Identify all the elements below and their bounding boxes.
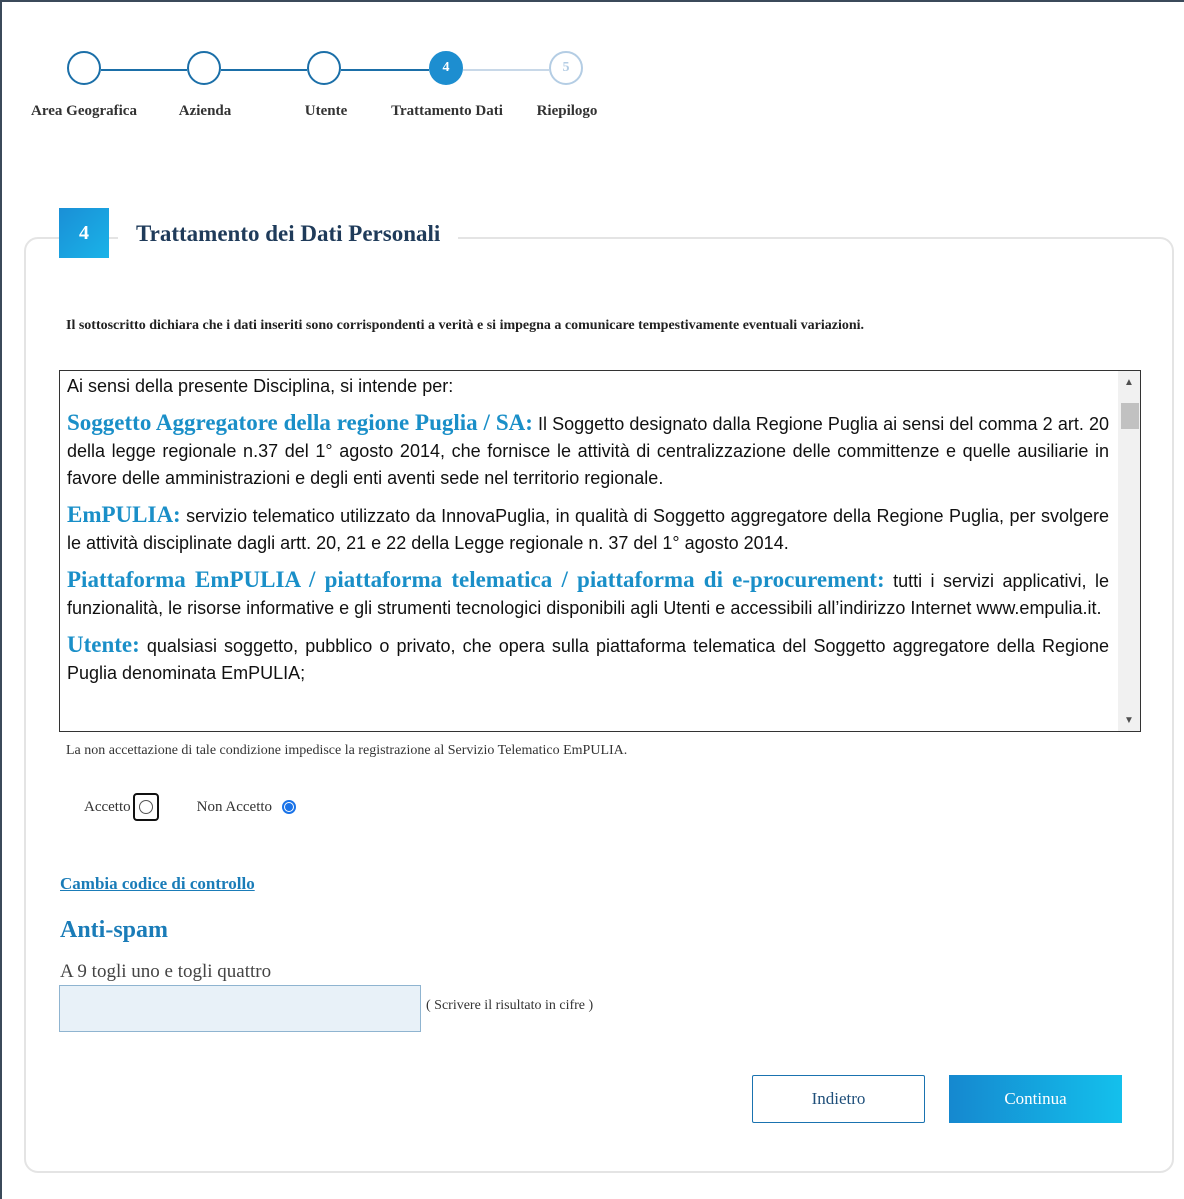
step-2-label: Azienda xyxy=(178,103,232,119)
term-key: Piattaforma EmPULIA / piattaforma telema… xyxy=(67,567,885,592)
terms-item: Utente: qualsiasi soggetto, pubblico o p… xyxy=(67,631,1109,687)
change-code-link[interactable]: Cambia codice di controllo xyxy=(60,874,255,894)
continue-button[interactable]: Continua xyxy=(949,1075,1122,1123)
terms-item: Piattaforma EmPULIA / piattaforma telema… xyxy=(67,566,1109,622)
terms-content: Ai sensi della presente Disciplina, si i… xyxy=(67,373,1109,696)
term-key: Soggetto Aggregatore della regione Pugli… xyxy=(67,410,533,435)
step-5-label: Riepilogo xyxy=(536,103,598,119)
section-number-badge: 4 xyxy=(59,208,109,258)
scroll-up-arrow-icon[interactable]: ▲ xyxy=(1118,371,1140,393)
step-1-circle[interactable] xyxy=(67,51,101,85)
term-text: qualsiasi soggetto, pubblico o privato, … xyxy=(67,636,1109,683)
step-2-circle[interactable] xyxy=(187,51,221,85)
antispam-question: A 9 togli uno e togli quattro xyxy=(60,961,272,982)
step-connector xyxy=(221,69,307,71)
term-key: EmPULIA: xyxy=(67,502,181,527)
reject-radio[interactable] xyxy=(282,800,297,814)
section-title: Trattamento dei Dati Personali xyxy=(136,221,441,246)
step-3-circle[interactable] xyxy=(307,51,341,85)
back-button[interactable]: Indietro xyxy=(752,1075,925,1123)
step-5-circle: 5 xyxy=(549,51,583,85)
step-3-label: Utente xyxy=(304,103,348,119)
scroll-thumb[interactable] xyxy=(1121,403,1139,429)
terms-item: Soggetto Aggregatore della regione Pugli… xyxy=(67,409,1109,492)
antispam-answer-input[interactable] xyxy=(59,985,421,1032)
step-1-label: Area Geografica xyxy=(31,103,137,119)
non-accept-note: La non accettazione di tale condizione i… xyxy=(66,743,628,758)
progress-stepper: 4 5 Area Geografica Azienda Utente Tratt… xyxy=(0,0,700,160)
declaration-text: Il sottoscritto dichiara che i dati inse… xyxy=(66,318,865,333)
antispam-hint: ( Scrivere il risultato in cifre ) xyxy=(426,998,594,1013)
step-4-label: Trattamento Dati xyxy=(391,103,503,119)
term-text: servizio telematico utilizzato da Innova… xyxy=(67,506,1109,553)
step-connector xyxy=(463,69,549,71)
step-connector xyxy=(341,69,429,71)
accept-radio-focus[interactable] xyxy=(132,793,159,821)
consent-radio-group: Accetto Non Accetto xyxy=(84,793,297,821)
accept-radio[interactable] xyxy=(138,800,153,814)
step-4-circle: 4 xyxy=(429,51,463,85)
terms-scroll-box[interactable]: Ai sensi della presente Disciplina, si i… xyxy=(59,370,1141,732)
terms-item: EmPULIA: servizio telematico utilizzato … xyxy=(67,501,1109,557)
term-key: Utente: xyxy=(67,632,140,657)
scroll-down-arrow-icon[interactable]: ▼ xyxy=(1118,709,1140,731)
antispam-title: Anti-spam xyxy=(60,917,169,943)
accept-label: Accetto xyxy=(84,798,131,815)
reject-label: Non Accetto xyxy=(196,798,273,815)
section-header: Trattamento dei Dati Personali xyxy=(118,214,459,254)
reject-radio-wrap[interactable] xyxy=(282,800,297,814)
step-connector xyxy=(101,69,187,71)
terms-intro: Ai sensi della presente Disciplina, si i… xyxy=(67,376,454,396)
terms-scrollbar[interactable]: ▲ ▼ xyxy=(1118,371,1140,731)
